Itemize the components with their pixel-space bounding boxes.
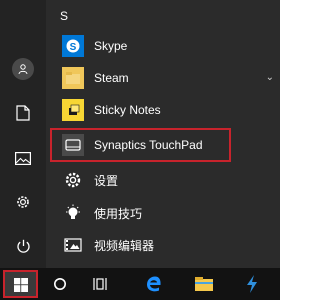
chevron-down-icon[interactable]: ⌄ [266, 72, 274, 83]
section-letter[interactable]: S [60, 9, 68, 23]
visual-studio-icon [247, 275, 257, 293]
cortana-search-button[interactable] [40, 268, 80, 300]
file-explorer-icon [195, 277, 213, 291]
skype-icon: S [62, 35, 84, 57]
start-menu-rail [0, 0, 46, 268]
app-item-tips[interactable]: 使用技巧 [54, 198, 280, 228]
power-button[interactable] [0, 229, 46, 263]
pictures-button[interactable] [0, 141, 46, 175]
lightbulb-icon [62, 202, 84, 224]
task-view-button[interactable] [80, 268, 120, 300]
settings-gear-icon [62, 169, 84, 191]
edge-button[interactable] [134, 268, 174, 300]
app-item-skype[interactable]: S Skype [54, 31, 280, 61]
visual-studio-button[interactable] [232, 268, 272, 300]
power-icon [16, 239, 30, 253]
app-item-sticky-notes[interactable]: Sticky Notes [54, 95, 280, 125]
windows-start-icon [14, 278, 28, 292]
app-label: 视频编辑器 [94, 238, 155, 253]
start-menu-screen: S S Skype Steam ⌄ Sticky Notes Synaptics… [0, 0, 280, 300]
app-label: Sticky Notes [94, 103, 161, 117]
user-avatar-icon [12, 58, 34, 80]
file-explorer-button[interactable] [184, 268, 224, 300]
taskbar [0, 268, 280, 300]
cortana-search-icon [54, 278, 66, 290]
sticky-notes-icon [62, 99, 84, 121]
app-item-video-editor[interactable]: 视频编辑器 [54, 230, 280, 260]
svg-text:S: S [70, 42, 77, 53]
app-label: 使用技巧 [94, 206, 143, 221]
pictures-icon [15, 151, 31, 165]
task-view-icon [93, 278, 107, 290]
app-label: Skype [94, 39, 128, 53]
app-item-settings[interactable]: 设置 [54, 165, 280, 195]
video-editor-icon [62, 234, 84, 256]
documents-icon [16, 105, 30, 121]
documents-button[interactable] [0, 96, 46, 130]
settings-button[interactable] [0, 185, 46, 219]
app-label: 设置 [94, 173, 119, 188]
settings-icon [17, 196, 29, 208]
edge-icon [147, 276, 161, 292]
app-item-steam[interactable]: Steam ⌄ [54, 63, 280, 93]
start-button[interactable] [3, 270, 38, 298]
user-account-button[interactable] [0, 52, 46, 86]
folder-icon [62, 67, 84, 89]
app-label: Steam [94, 71, 129, 85]
highlight-frame [50, 128, 231, 162]
